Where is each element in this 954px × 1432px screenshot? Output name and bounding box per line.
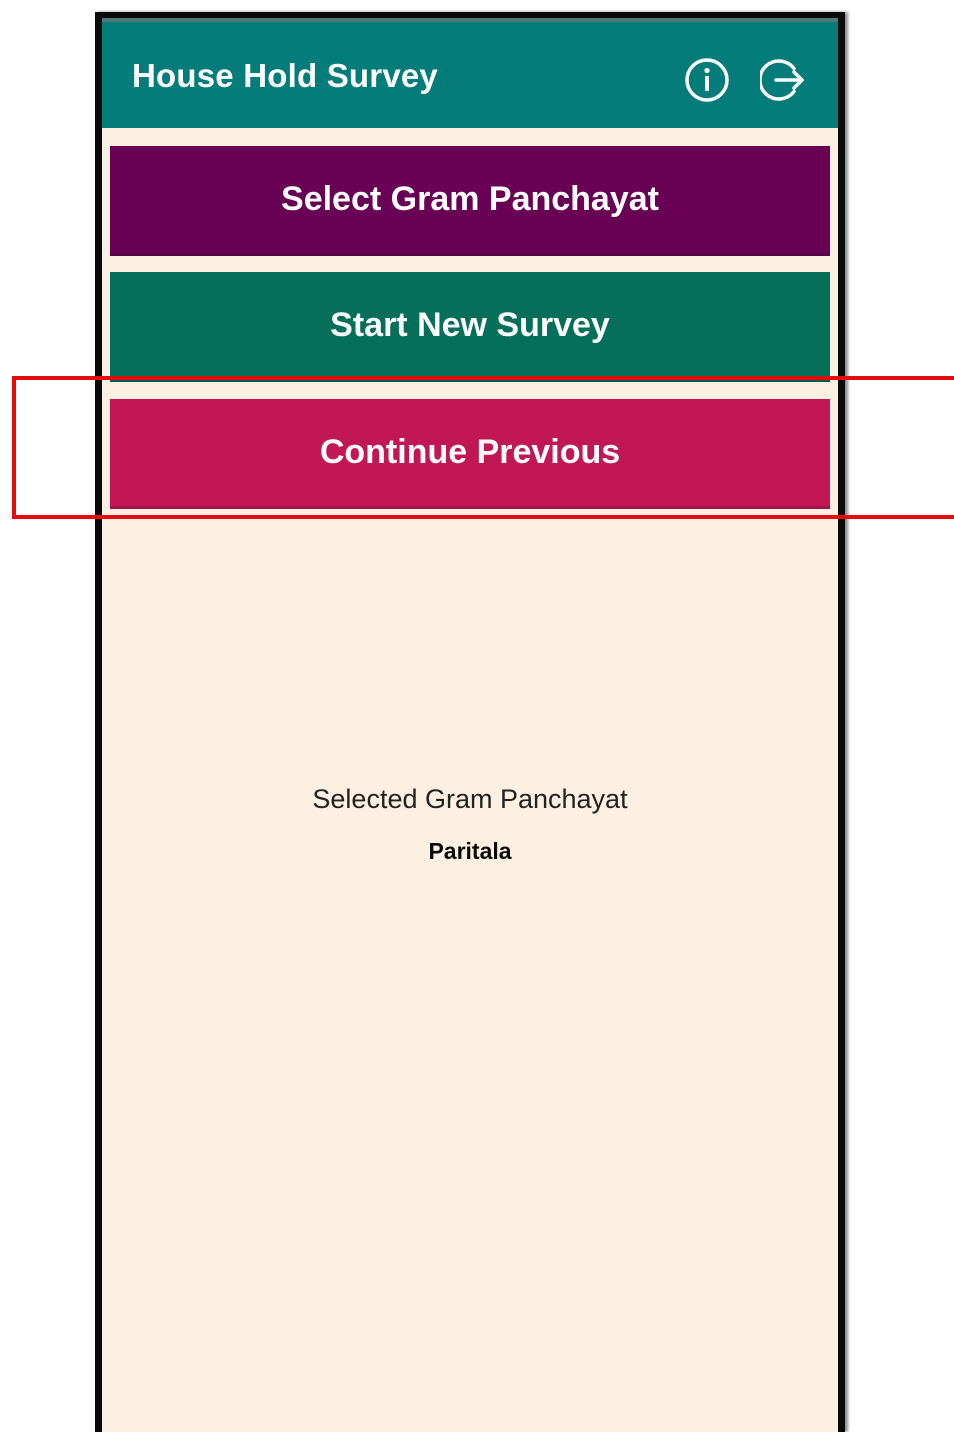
selected-gram-panchayat-label: Selected Gram Panchayat bbox=[312, 784, 628, 814]
continue-previous-button[interactable]: Continue Previous bbox=[110, 399, 830, 509]
phone-frame: House Hold Survey Select Gram Panchayat … bbox=[95, 12, 845, 1432]
start-new-survey-button[interactable]: Start New Survey bbox=[110, 272, 830, 382]
app-bar: House Hold Survey bbox=[102, 18, 838, 128]
selected-gram-panchayat-value: Paritala bbox=[428, 838, 512, 864]
app-title: House Hold Survey bbox=[132, 57, 438, 94]
select-gram-panchayat-label: Select Gram Panchayat bbox=[281, 180, 659, 218]
start-new-survey-label: Start New Survey bbox=[330, 306, 610, 344]
select-gram-panchayat-button[interactable]: Select Gram Panchayat bbox=[110, 146, 830, 256]
continue-previous-label: Continue Previous bbox=[319, 433, 621, 471]
logout-icon[interactable] bbox=[760, 55, 810, 105]
info-icon[interactable] bbox=[682, 55, 732, 105]
